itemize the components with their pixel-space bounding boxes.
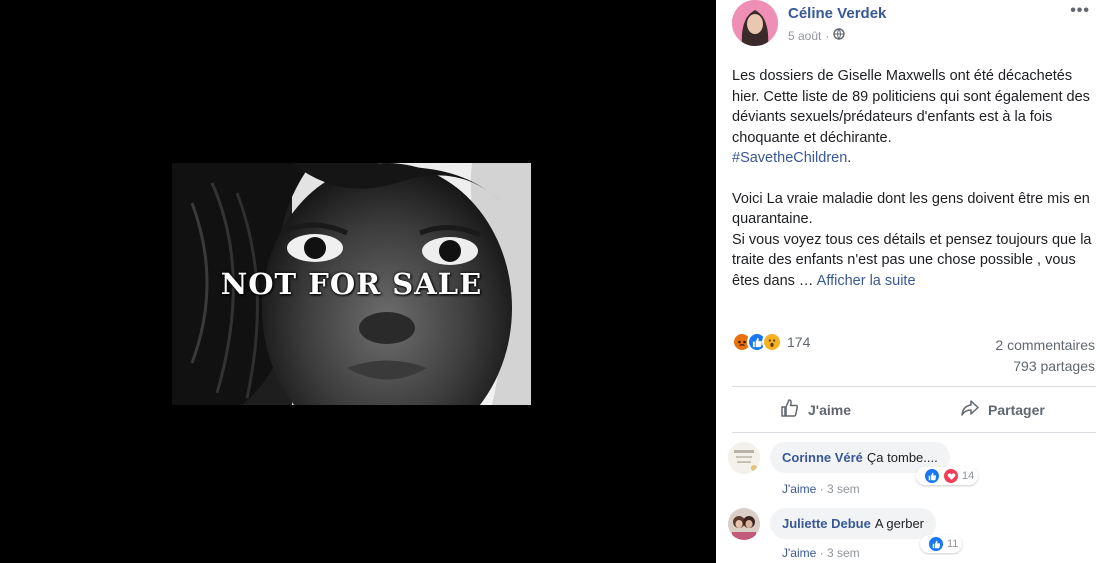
photo-stage: NOT FOR SALE: [0, 0, 716, 563]
engagement-counts: 2 commentaires 793 partages: [995, 335, 1095, 377]
comment-reactions[interactable]: 14: [916, 467, 979, 485]
author-avatar[interactable]: [732, 0, 778, 46]
reaction-count: 174: [787, 334, 811, 350]
globe-icon: [833, 28, 846, 43]
post-photo[interactable]: NOT FOR SALE: [172, 163, 531, 405]
commenter-avatar[interactable]: [728, 508, 760, 540]
comment-text: Ça tombe....: [866, 450, 938, 465]
see-more-link[interactable]: Afficher la suite: [817, 273, 916, 289]
comment-reaction-count: 11: [947, 538, 959, 550]
post-paragraph-1: Les dossiers de Giselle Maxwells ont été…: [732, 68, 1090, 146]
hashtag-link[interactable]: #SavetheChildren: [732, 150, 847, 166]
commenter-name[interactable]: Corinne Véré: [782, 450, 863, 465]
facebook-photo-viewer: NOT FOR SALE Céline Verdek 5 août · ••• …: [0, 0, 1100, 563]
comment-like-link[interactable]: J'aime: [782, 546, 816, 560]
love-icon: [943, 468, 959, 484]
comment-time[interactable]: 3 sem: [827, 482, 860, 496]
comment-bubble: Juliette Debue A gerber: [770, 508, 937, 539]
reactions-summary[interactable]: 174: [732, 332, 810, 352]
comment-item: Corinne Véré Ça tombe.... 14 J'aime · 3 s…: [728, 442, 1088, 502]
share-button-label: Partager: [988, 401, 1045, 418]
divider: [732, 432, 1096, 433]
comment-meta: J'aime · 3 sem: [782, 546, 860, 560]
divider: [732, 386, 1096, 387]
shares-count-link[interactable]: 793 partages: [995, 356, 1095, 377]
like-icon: [928, 536, 944, 552]
comment-reactions[interactable]: 11: [920, 535, 963, 553]
like-button[interactable]: J'aime: [780, 398, 851, 421]
thumbs-up-icon: [780, 398, 800, 421]
post-author-name[interactable]: Céline Verdek: [788, 5, 886, 22]
comment-reaction-count: 14: [962, 470, 975, 482]
more-options-button[interactable]: •••: [1070, 2, 1090, 20]
post-text: Les dossiers de Giselle Maxwells ont été…: [732, 66, 1098, 291]
comment-item: Juliette Debue A gerber 11 J'aime · 3 sem: [728, 508, 1088, 563]
like-icon: [924, 468, 940, 484]
commenter-name[interactable]: Juliette Debue: [782, 516, 871, 531]
like-button-label: J'aime: [808, 401, 852, 418]
share-arrow-icon: [960, 398, 980, 421]
share-button[interactable]: Partager: [960, 398, 1045, 421]
wow-icon: [762, 332, 782, 352]
comment-like-link[interactable]: J'aime: [782, 482, 816, 496]
photo-overlay-text: NOT FOR SALE: [220, 267, 483, 301]
post-paragraph-2: Voici La vraie maladie dont les gens doi…: [732, 190, 1090, 228]
commenter-avatar[interactable]: [728, 442, 760, 474]
post-sidebar: Céline Verdek 5 août · ••• Les dossiers …: [716, 0, 1100, 563]
comments-count-link[interactable]: 2 commentaires: [995, 335, 1095, 356]
post-meta: 5 août ·: [788, 28, 846, 43]
post-date[interactable]: 5 août: [788, 29, 821, 43]
comment-meta: J'aime · 3 sem: [782, 482, 860, 496]
comment-text: A gerber: [874, 516, 925, 531]
comment-time[interactable]: 3 sem: [827, 546, 860, 560]
